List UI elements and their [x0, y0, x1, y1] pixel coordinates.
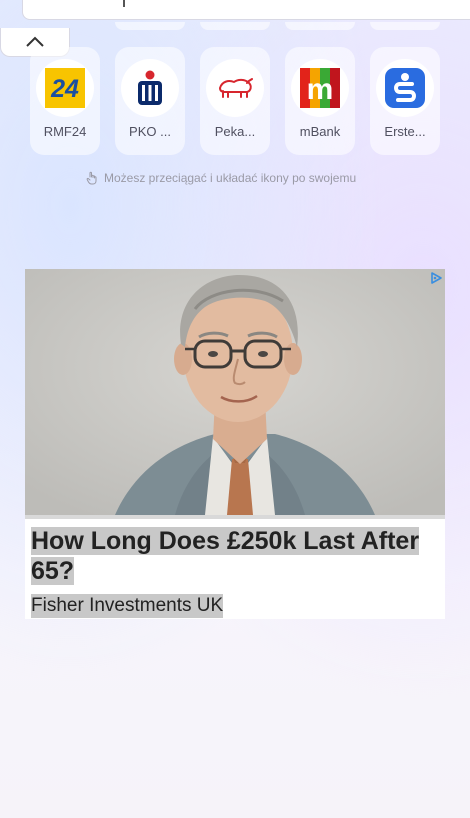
- previous-shortcut-row: [0, 22, 470, 32]
- shortcut-label: RMF24: [43, 124, 87, 139]
- shortcut-erste[interactable]: Erste...: [370, 47, 440, 155]
- ad-divider: [25, 515, 445, 519]
- ad-image[interactable]: [25, 269, 445, 515]
- rmf24-logo: 24: [36, 59, 94, 117]
- shortcut-label: mBank: [299, 124, 341, 139]
- search-bar[interactable]: [22, 0, 470, 20]
- drag-hint: Możesz przeciągać i układać ikony po swo…: [86, 171, 356, 185]
- shortcut-mbank[interactable]: m mBank: [285, 47, 355, 155]
- shortcut-label: Peka...: [214, 124, 256, 139]
- ad-headline[interactable]: How Long Does £250k Last After 65?: [31, 526, 431, 586]
- svg-text:m: m: [307, 73, 334, 106]
- shortcut-grid: 24 RMF24 PKO ... Peka... m mBank Erste..…: [30, 47, 440, 155]
- text-cursor: [123, 0, 125, 7]
- shortcut-pko[interactable]: PKO ...: [115, 47, 185, 155]
- ad-card[interactable]: How Long Does £250k Last After 65? Fishe…: [25, 269, 445, 619]
- ad-source[interactable]: Fisher Investments UK: [31, 594, 224, 618]
- drag-hint-text: Możesz przeciągać i układać ikony po swo…: [104, 171, 357, 185]
- adchoices-icon[interactable]: [429, 271, 443, 285]
- pko-logo: [121, 59, 179, 117]
- pekao-logo: [206, 59, 264, 117]
- shortcut-rmf24[interactable]: 24 RMF24: [30, 47, 100, 155]
- svg-text:24: 24: [50, 75, 79, 103]
- drag-hand-icon: [86, 171, 97, 185]
- mbank-logo: m: [291, 59, 349, 117]
- shortcut-label: Erste...: [384, 124, 426, 139]
- shortcut-label: PKO ...: [129, 124, 171, 139]
- shortcut-pekao[interactable]: Peka...: [200, 47, 270, 155]
- erste-logo: [376, 59, 434, 117]
